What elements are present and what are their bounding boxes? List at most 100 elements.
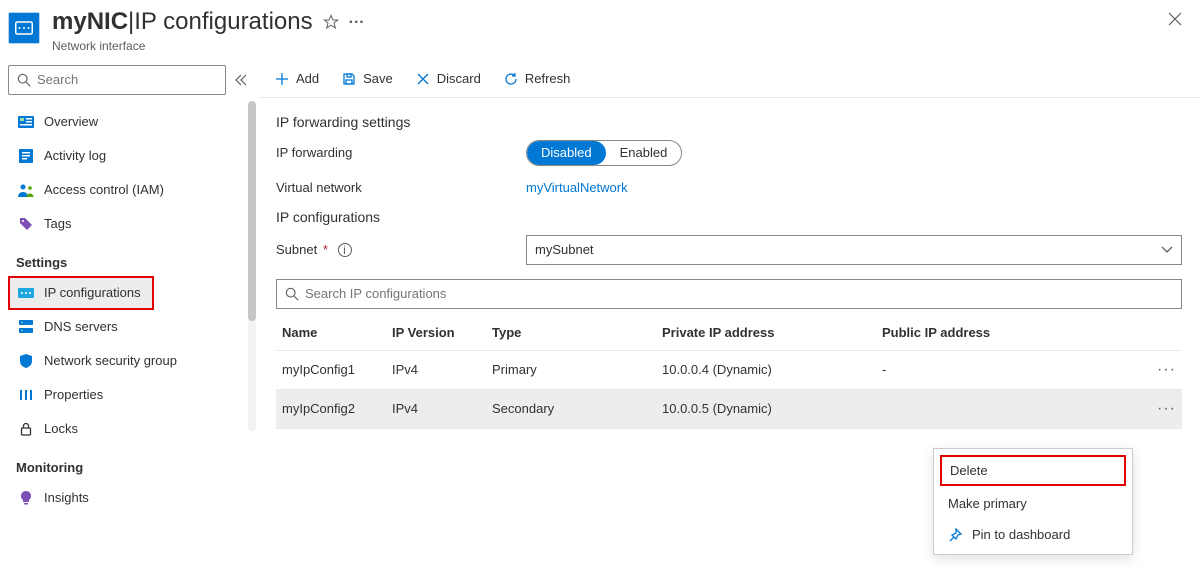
discard-button[interactable]: Discard [413,67,483,91]
row-menu-button[interactable]: ··· [1157,400,1176,417]
col-name[interactable]: Name [276,315,386,351]
sidebar-item-label: Access control (IAM) [44,182,164,197]
save-button[interactable]: Save [339,67,395,91]
button-label: Refresh [525,71,571,86]
sidebar: Overview Activity log Access control (IA… [0,61,258,571]
cell-priv: 10.0.0.4 (Dynamic) [656,350,876,389]
toggle-disabled[interactable]: Disabled [527,141,606,165]
col-public-ip[interactable]: Public IP address [876,315,1142,351]
cell-name: myIpConfig2 [276,389,386,428]
button-label: Discard [437,71,481,86]
row-menu-button[interactable]: ··· [1157,361,1176,378]
save-icon [341,71,357,87]
ip-configurations-section-title: IP configurations [276,209,1182,225]
search-icon [285,287,299,301]
sidebar-item-label: Network security group [44,353,177,368]
button-label: Add [296,71,319,86]
sidebar-item-overview[interactable]: Overview [8,105,258,139]
pin-icon [948,528,962,542]
menu-item-label: Delete [950,463,988,478]
cell-priv: 10.0.0.5 (Dynamic) [656,389,876,428]
sidebar-item-label: DNS servers [44,319,118,334]
properties-icon [18,387,34,403]
iam-icon [18,182,34,198]
menu-item-make-primary[interactable]: Make primary [934,488,1132,519]
button-label: Save [363,71,393,86]
sidebar-group-monitoring: Monitoring [8,446,258,481]
page-header: myNIC | IP configurations ··· Network in… [0,0,1200,61]
locks-icon [18,421,34,437]
menu-item-pin[interactable]: Pin to dashboard [934,519,1132,550]
resource-icon [8,12,40,44]
sidebar-group-settings: Settings [8,241,258,276]
sidebar-item-ip-configurations[interactable]: IP configurations [8,276,154,310]
table-header-row: Name IP Version Type Private IP address … [276,315,1182,351]
info-icon[interactable]: i [338,243,352,257]
chevron-down-icon [1161,246,1173,254]
toggle-enabled[interactable]: Enabled [606,141,682,165]
resource-name: myNIC [52,8,128,37]
sidebar-search-input[interactable] [37,72,217,87]
ip-config-search-input[interactable] [305,286,1173,301]
cell-pub: - [876,350,1142,389]
context-menu: Delete Make primary Pin to dashboard [933,448,1133,555]
cell-ver: IPv4 [386,389,486,428]
close-button[interactable] [1162,8,1188,30]
sidebar-item-label: Locks [44,421,78,436]
sidebar-item-nsg[interactable]: Network security group [8,344,258,378]
menu-item-delete[interactable]: Delete [940,455,1126,486]
subnet-select[interactable]: mySubnet [526,235,1182,265]
subnet-value: mySubnet [535,242,594,257]
add-button[interactable]: Add [272,67,321,91]
sidebar-item-properties[interactable]: Properties [8,378,258,412]
sidebar-item-label: Insights [44,490,89,505]
more-icon[interactable]: ··· [349,13,365,32]
cell-type: Primary [486,350,656,389]
menu-item-label: Pin to dashboard [972,527,1070,542]
collapse-sidebar-button[interactable] [228,65,254,95]
resource-type: Network interface [52,39,1162,53]
favorite-star-icon[interactable] [323,14,339,30]
cell-type: Secondary [486,389,656,428]
required-asterisk: * [323,242,328,257]
col-type[interactable]: Type [486,315,656,351]
refresh-icon [503,71,519,87]
virtual-network-link[interactable]: myVirtualNetwork [526,180,628,195]
ip-config-table: Name IP Version Type Private IP address … [276,315,1182,429]
sidebar-item-insights[interactable]: Insights [8,481,258,515]
menu-item-label: Make primary [948,496,1027,511]
sidebar-item-dns-servers[interactable]: DNS servers [8,310,258,344]
sidebar-scrollbar[interactable] [248,101,256,431]
sidebar-item-label: IP configurations [44,285,141,300]
sidebar-item-iam[interactable]: Access control (IAM) [8,173,258,207]
ip-config-search[interactable] [276,279,1182,309]
sidebar-item-label: Tags [44,216,71,231]
page-title: myNIC | IP configurations ··· [52,8,1162,37]
subnet-label-text: Subnet [276,242,317,257]
ip-forwarding-toggle[interactable]: Disabled Enabled [526,140,682,166]
table-row[interactable]: myIpConfig1 IPv4 Primary 10.0.0.4 (Dynam… [276,350,1182,389]
cell-ver: IPv4 [386,350,486,389]
col-ip-version[interactable]: IP Version [386,315,486,351]
blade-name: IP configurations [134,8,312,37]
scrollbar-thumb[interactable] [248,101,256,321]
command-bar: Add Save Discard Refresh [258,61,1200,98]
sidebar-item-label: Overview [44,114,98,129]
refresh-button[interactable]: Refresh [501,67,573,91]
sidebar-item-tags[interactable]: Tags [8,207,258,241]
sidebar-item-activity-log[interactable]: Activity log [8,139,258,173]
sidebar-item-label: Properties [44,387,103,402]
activity-log-icon [18,148,34,164]
tags-icon [18,216,34,232]
nsg-icon [18,353,34,369]
search-icon [17,73,31,87]
sidebar-item-locks[interactable]: Locks [8,412,258,446]
overview-icon [18,114,34,130]
table-row[interactable]: myIpConfig2 IPv4 Secondary 10.0.0.5 (Dyn… [276,389,1182,428]
ip-forwarding-section-title: IP forwarding settings [276,114,1182,130]
col-private-ip[interactable]: Private IP address [656,315,876,351]
cell-name: myIpConfig1 [276,350,386,389]
sidebar-search[interactable] [8,65,226,95]
subnet-label: Subnet * i [276,242,526,257]
dns-servers-icon [18,319,34,335]
